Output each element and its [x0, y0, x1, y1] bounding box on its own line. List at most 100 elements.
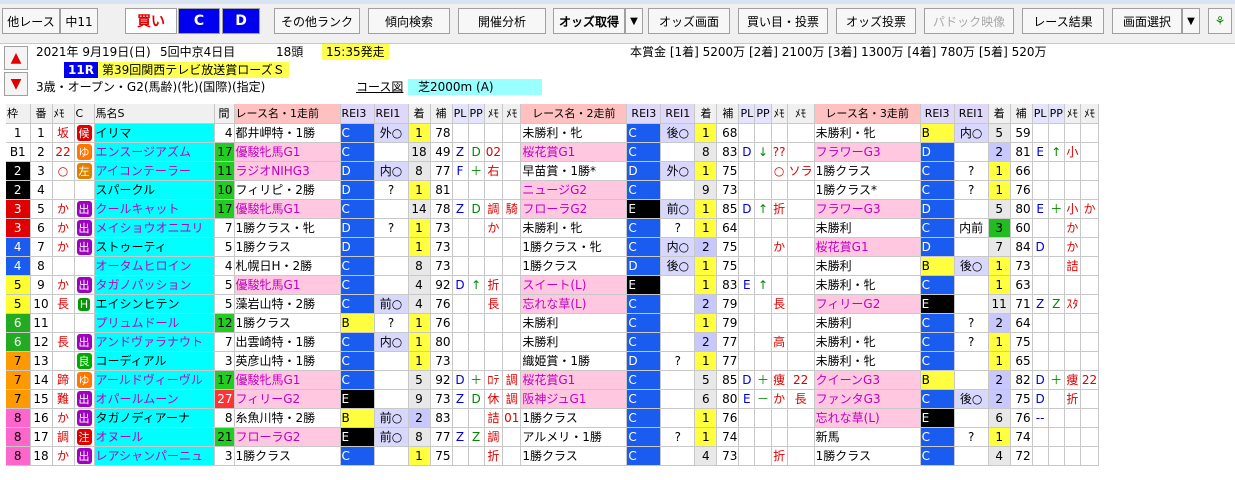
- column-header[interactable]: PP: [468, 104, 485, 124]
- column-header[interactable]: REI1: [374, 104, 409, 124]
- column-header[interactable]: PP: [754, 104, 772, 124]
- memo-cell[interactable]: [502, 446, 522, 466]
- memo-cell[interactable]: [771, 256, 788, 276]
- odds-get-button[interactable]: オッズ取得: [553, 8, 625, 34]
- horse-row[interactable]: 8 18 か出レアシャンパーニュ 3 1勝クラス C 1 75 折 1勝クラス C 4 73 折 1勝クラス…: [6, 446, 1100, 466]
- memo-cell[interactable]: 調: [484, 427, 504, 447]
- past-race-name-cell[interactable]: 未勝利・牝: [814, 275, 921, 295]
- memo-cell[interactable]: 22: [52, 142, 75, 162]
- memo-cell[interactable]: [787, 256, 815, 276]
- past-race-name-cell[interactable]: 未勝利・牝: [520, 218, 628, 238]
- past-race-name-cell[interactable]: 桜花賞G1: [520, 142, 628, 162]
- memo-cell[interactable]: [484, 313, 504, 333]
- memo-cell[interactable]: [52, 256, 75, 276]
- horse-name-cell[interactable]: オータムヒロイン: [94, 256, 215, 276]
- screen-select-button[interactable]: 画面選択: [1112, 8, 1182, 34]
- memo-cell[interactable]: か: [52, 218, 75, 238]
- horse-row[interactable]: 4 8 オータムヒロイン 4 札幌日H・2勝 C 8 73 1勝クラス D 後○ 1 75 未勝利 B 後○ 1…: [6, 256, 1100, 276]
- memo-cell[interactable]: [1064, 180, 1081, 200]
- past-race-name-cell[interactable]: フローラG2: [520, 199, 628, 219]
- past-race-name-cell[interactable]: 英彦山特・1勝: [234, 351, 341, 371]
- horse-row[interactable]: 3 6 か出メイショウオニユリ 7 1勝クラス・牝 D? 1 73 か未勝利・牝 C? 1 64 未勝利…: [6, 218, 1100, 238]
- memo-cell[interactable]: 調: [502, 389, 522, 409]
- memo-cell[interactable]: [502, 332, 522, 352]
- prev-race-up-arrow-icon[interactable]: ▲: [4, 46, 28, 70]
- memo-cell[interactable]: [787, 332, 815, 352]
- memo-cell[interactable]: [52, 351, 75, 371]
- past-race-name-cell[interactable]: フラワーG3: [814, 199, 921, 219]
- memo-cell[interactable]: 痩: [771, 370, 788, 390]
- past-race-name-cell[interactable]: 未勝利: [814, 313, 921, 333]
- memo-cell[interactable]: か: [52, 199, 75, 219]
- memo-cell[interactable]: 長: [771, 294, 788, 314]
- past-race-name-cell[interactable]: 1勝クラス: [814, 161, 921, 181]
- horse-name-cell[interactable]: レアシャンパーニュ: [94, 446, 215, 466]
- memo-cell[interactable]: [771, 427, 788, 447]
- next-race-down-arrow-icon[interactable]: ▼: [4, 72, 28, 96]
- column-header[interactable]: ﾒﾓ: [771, 104, 788, 124]
- memo-cell[interactable]: ○: [771, 161, 788, 181]
- memo-cell[interactable]: 折: [484, 275, 504, 295]
- column-header[interactable]: 着: [408, 104, 431, 124]
- memo-cell[interactable]: [484, 351, 504, 371]
- column-header[interactable]: C: [74, 104, 95, 124]
- memo-cell[interactable]: 騎: [502, 199, 522, 219]
- trend-search-button[interactable]: 傾向検索: [368, 8, 450, 34]
- memo-cell[interactable]: 長: [52, 332, 75, 352]
- memo-cell[interactable]: [787, 351, 815, 371]
- past-race-name-cell[interactable]: 新馬: [814, 427, 921, 447]
- other-rank-button[interactable]: その他ランク: [274, 8, 360, 34]
- memo-cell[interactable]: [484, 180, 504, 200]
- past-race-name-cell[interactable]: 優駿牝馬G1: [234, 370, 341, 390]
- horse-row[interactable]: 5 9 か出タガノパッション 5 優駿牝馬G1 C 4 92 D ↑ 折スイート(L) E 1 83 E ↑ 未…: [6, 275, 1100, 295]
- past-race-name-cell[interactable]: 1勝クラス: [234, 237, 341, 257]
- memo-cell[interactable]: [1080, 218, 1100, 238]
- horse-name-cell[interactable]: メイショウオニユリ: [94, 218, 215, 238]
- column-header[interactable]: ﾒﾓ: [484, 104, 504, 124]
- horse-name-cell[interactable]: オヌール: [94, 427, 215, 447]
- screen-select-dropdown-icon[interactable]: ▼: [1182, 8, 1200, 34]
- column-header[interactable]: ﾒﾓ: [52, 104, 75, 124]
- column-header[interactable]: 着: [988, 104, 1011, 124]
- memo-cell[interactable]: 長: [52, 294, 75, 314]
- memo-cell[interactable]: [502, 218, 522, 238]
- memo-cell[interactable]: ソラ: [787, 161, 815, 181]
- memo-cell[interactable]: [502, 237, 522, 257]
- memo-cell[interactable]: [771, 351, 788, 371]
- memo-cell[interactable]: ﾛﾃ: [484, 370, 504, 390]
- past-race-name-cell[interactable]: アルメリ・1勝: [520, 427, 628, 447]
- horse-row[interactable]: 7 13 良コーディアル 3 英彦山特・1勝 C 1 73 織姫賞・1勝 D? 1 77 未勝利・牝 C 1…: [6, 351, 1100, 371]
- memo-cell[interactable]: 折: [771, 199, 788, 219]
- memo-cell[interactable]: [787, 180, 815, 200]
- memo-cell[interactable]: か: [52, 237, 75, 257]
- memo-cell[interactable]: 詰: [1064, 256, 1081, 276]
- past-race-name-cell[interactable]: フィリーG2: [814, 294, 921, 314]
- memo-cell[interactable]: 折: [771, 446, 788, 466]
- memo-cell[interactable]: 長: [484, 294, 504, 314]
- memo-cell[interactable]: 22: [787, 370, 815, 390]
- memo-cell[interactable]: 坂: [52, 123, 75, 143]
- past-race-name-cell[interactable]: 忘れな草(L): [814, 408, 921, 428]
- memo-cell[interactable]: [1080, 351, 1100, 371]
- horse-name-cell[interactable]: ストゥーティ: [94, 237, 215, 257]
- column-header[interactable]: 補: [1010, 104, 1033, 124]
- column-header[interactable]: ﾒﾓ: [502, 104, 522, 124]
- column-header[interactable]: レース名・2走前: [520, 104, 628, 124]
- past-race-name-cell[interactable]: 優駿牝馬G1: [234, 142, 341, 162]
- memo-cell[interactable]: [787, 199, 815, 219]
- column-header[interactable]: 番: [30, 104, 53, 124]
- memo-cell[interactable]: 調: [502, 370, 522, 390]
- past-race-name-cell[interactable]: フィリピ・2勝: [234, 180, 341, 200]
- past-race-name-cell[interactable]: 未勝利: [814, 256, 921, 276]
- horse-row[interactable]: 7 14 蹄ゆアールドヴィーヴル 17 優駿牝馬G1 C 5 92 D ＋ﾛﾃ調桜花賞G1 C 5 85…: [6, 370, 1100, 390]
- column-header[interactable]: 補: [430, 104, 453, 124]
- memo-cell[interactable]: か: [52, 446, 75, 466]
- memo-cell[interactable]: 難: [52, 389, 75, 409]
- horse-row[interactable]: 5 10 長 H エイシンヒテン 5 藻岩山特・2勝 C 前○ 4 76 長忘れな草(L) C 2 79 長フ…: [6, 294, 1100, 314]
- past-race-name-cell[interactable]: フラワーG3: [814, 142, 921, 162]
- paddock-video-button[interactable]: パドック映像: [924, 8, 1014, 34]
- column-header[interactable]: REI3: [920, 104, 955, 124]
- memo-cell[interactable]: [1064, 123, 1081, 143]
- column-header[interactable]: 補: [716, 104, 740, 124]
- memo-cell[interactable]: [502, 142, 522, 162]
